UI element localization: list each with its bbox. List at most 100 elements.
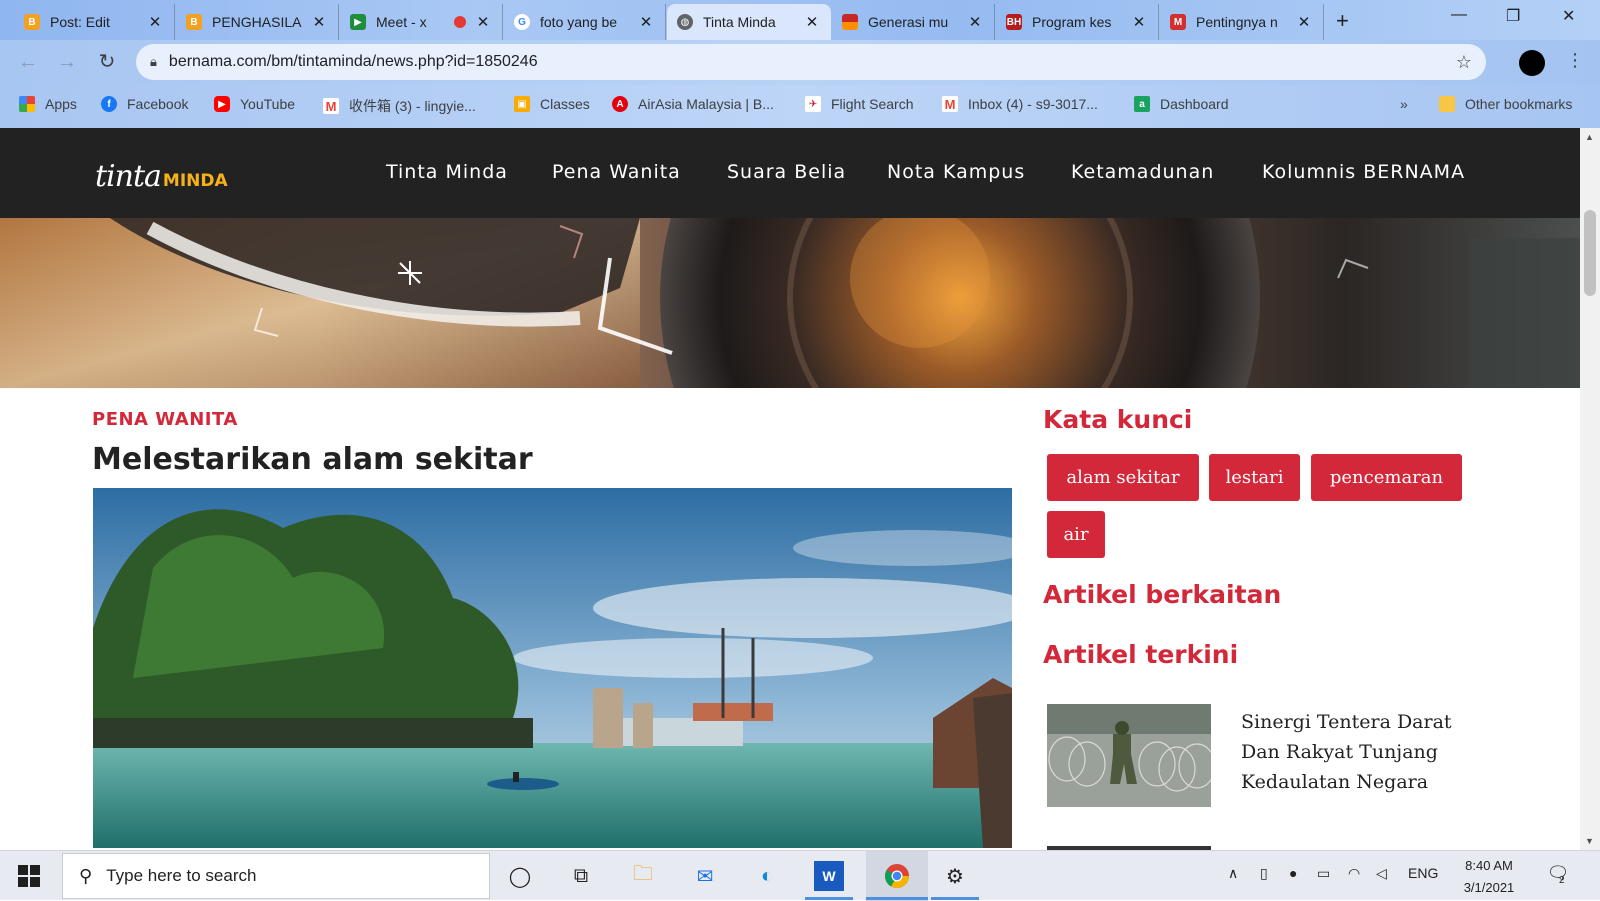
edge-browser-icon[interactable]: ◐ (752, 861, 782, 891)
bookmark-other-bookmarks[interactable]: Other bookmarks (1439, 96, 1572, 112)
nav-pena-wanita[interactable]: Pena Wanita (552, 161, 681, 183)
close-tab-icon[interactable]: ✕ (803, 13, 821, 31)
bookmark-apps[interactable]: Apps (19, 96, 77, 112)
tab-title: Generasi mu (868, 14, 949, 30)
tag-pencemaran[interactable]: pencemaran (1311, 454, 1462, 501)
latest-article-thumbnail[interactable] (1047, 704, 1211, 807)
bookmark-gmail[interactable]: M 收件箱 (3) - lingyie... (323, 96, 476, 116)
logo-brand: MINDA (162, 171, 228, 191)
system-clock[interactable]: 8:40 AM 3/1/2021 (1444, 855, 1534, 899)
settings-gear-icon[interactable]: ⚙ (940, 861, 970, 891)
site-header: tinta MINDA Tinta Minda Pena Wanita Suar… (0, 128, 1580, 218)
nav-kolumnis-bernama[interactable]: Kolumnis BERNAMA (1262, 161, 1465, 183)
url-text[interactable]: bernama.com/bm/tintaminda/news.php?id=18… (169, 53, 1456, 71)
input-language[interactable]: ENG (1408, 865, 1438, 881)
related-articles-heading: Artikel berkaitan (1043, 580, 1282, 609)
globe-icon: ◍ (677, 14, 693, 30)
microphone-icon[interactable]: ● (1289, 865, 1297, 881)
tablet-icon[interactable]: ▯ (1260, 865, 1268, 882)
new-tab-button[interactable]: + (1336, 8, 1349, 34)
bookmark-facebook[interactable]: f Facebook (101, 96, 188, 112)
tab-title: Meet - x (376, 14, 427, 30)
close-tab-icon[interactable]: ✕ (474, 13, 492, 31)
mail-icon[interactable]: ✉ (690, 861, 720, 891)
tab-title: Post: Edit (50, 14, 110, 30)
scroll-down-arrow-icon[interactable]: ▼ (1585, 836, 1594, 846)
close-tab-icon[interactable]: ✕ (1130, 13, 1148, 31)
nav-ketamadunan[interactable]: Ketamadunan (1071, 161, 1214, 183)
menu-kebab-icon[interactable]: ⋮ (1566, 50, 1584, 71)
dashboard-icon: a (1134, 96, 1150, 112)
cortana-circle-icon[interactable]: ◯ (505, 861, 535, 891)
bookmark-label: Apps (45, 96, 77, 112)
classroom-icon: ▣ (514, 96, 530, 112)
scrollbar-thumb[interactable] (1584, 210, 1596, 296)
bookmark-label: Other bookmarks (1465, 96, 1573, 112)
close-tab-icon[interactable]: ✕ (966, 13, 984, 31)
file-explorer-icon[interactable]: 🗀 (628, 861, 658, 891)
profile-avatar[interactable] (1519, 50, 1545, 76)
tintaminda-logo[interactable]: tinta MINDA (95, 159, 228, 194)
latest-article-title[interactable]: Sinergi Tentera Darat Dan Rakyat Tunjang… (1241, 707, 1471, 797)
article-title: Melestarikan alam sekitar (92, 442, 533, 477)
browser-tab[interactable]: G foto yang be ✕ (504, 4, 666, 40)
tab-strip: B Post: Edit ✕ B PENGHASILA ✕ ▶ Meet - x… (0, 0, 1600, 40)
browser-tab[interactable]: Generasi mu ✕ (832, 4, 995, 40)
article-category[interactable]: PENA WANITA (92, 409, 238, 430)
volume-icon[interactable]: ◁ (1376, 865, 1387, 882)
reload-icon[interactable]: ↻ (95, 50, 119, 74)
scroll-up-arrow-icon[interactable]: ▲ (1585, 132, 1594, 142)
nav-tinta-minda[interactable]: Tinta Minda (386, 161, 508, 183)
taskbar-search-box[interactable]: ⚲ Type here to search (62, 853, 490, 899)
battery-icon[interactable]: ▭ (1317, 865, 1330, 882)
blogger-icon: B (186, 14, 202, 30)
bookmark-label: AirAsia Malaysia | B... (638, 96, 774, 112)
address-bar[interactable]: 🔒︎ bernama.com/bm/tintaminda/news.php?id… (136, 44, 1486, 80)
bookmark-inbox[interactable]: M Inbox (4) - s9-3017... (942, 96, 1098, 112)
task-view-icon[interactable]: ⧉ (566, 861, 596, 891)
logo-script: tinta (95, 159, 162, 194)
tag-air[interactable]: air (1047, 511, 1105, 558)
bookmarks-bar: Apps f Facebook ▶ YouTube M 收件箱 (3) - li… (0, 85, 1600, 128)
close-tab-icon[interactable]: ✕ (637, 13, 655, 31)
word-icon[interactable]: W (814, 861, 844, 891)
bookmark-star-icon[interactable]: ☆ (1456, 52, 1472, 73)
bookmark-label: 收件箱 (3) - lingyie... (349, 98, 476, 114)
bookmark-classes[interactable]: ▣ Classes (514, 96, 590, 112)
close-window-icon[interactable]: ✕ (1562, 6, 1575, 26)
close-tab-icon[interactable]: ✕ (146, 13, 164, 31)
bookmark-youtube[interactable]: ▶ YouTube (214, 96, 295, 112)
browser-tab[interactable]: B PENGHASILA ✕ (176, 4, 339, 40)
restore-icon[interactable]: ❐ (1506, 6, 1520, 26)
bookmark-dashboard[interactable]: a Dashboard (1134, 96, 1229, 112)
wifi-icon[interactable]: ◠ (1348, 865, 1360, 882)
tab-title: foto yang be (540, 14, 618, 30)
browser-tab[interactable]: BH Program kes ✕ (996, 4, 1159, 40)
bookmark-label: Inbox (4) - s9-3017... (968, 96, 1098, 112)
show-hidden-icons-chevron-icon[interactable]: ∧ (1228, 865, 1238, 882)
tag-alam-sekitar[interactable]: alam sekitar (1047, 454, 1199, 501)
windows-start-icon[interactable] (18, 865, 40, 887)
nav-nota-kampus[interactable]: Nota Kampus (887, 161, 1025, 183)
browser-tab[interactable]: ▶ Meet - x ✕ (340, 4, 503, 40)
minimize-icon[interactable]: — (1451, 6, 1467, 24)
bookmark-flight-search[interactable]: ✈ Flight Search (805, 96, 913, 112)
action-center-icon[interactable]: 🗨︎ 2 (1545, 863, 1571, 887)
page-scrollbar[interactable]: ▲ ▼ (1580, 128, 1600, 850)
back-arrow-icon[interactable]: ← (16, 50, 40, 74)
browser-tab[interactable]: B Post: Edit ✕ (14, 4, 175, 40)
forward-arrow-icon[interactable]: → (55, 50, 79, 74)
browser-tab[interactable]: M Pentingnya n ✕ (1160, 4, 1324, 40)
tag-lestari[interactable]: lestari (1209, 454, 1300, 501)
google-meet-icon: ▶ (350, 14, 366, 30)
more-bookmarks-chevron-icon[interactable]: » (1400, 96, 1408, 112)
chrome-icon[interactable] (882, 861, 912, 891)
close-tab-icon[interactable]: ✕ (310, 13, 328, 31)
nav-suara-belia[interactable]: Suara Belia (727, 161, 846, 183)
browser-tab-active[interactable]: ◍ Tinta Minda ✕ (667, 4, 831, 40)
close-tab-icon[interactable]: ✕ (1295, 13, 1313, 31)
lock-icon[interactable]: 🔒︎ (150, 54, 157, 70)
browser-toolbar: ← → ↻ 🔒︎ bernama.com/bm/tintaminda/news.… (0, 40, 1600, 85)
bookmark-airasia[interactable]: A AirAsia Malaysia | B... (612, 96, 774, 112)
folder-icon (1439, 96, 1455, 112)
